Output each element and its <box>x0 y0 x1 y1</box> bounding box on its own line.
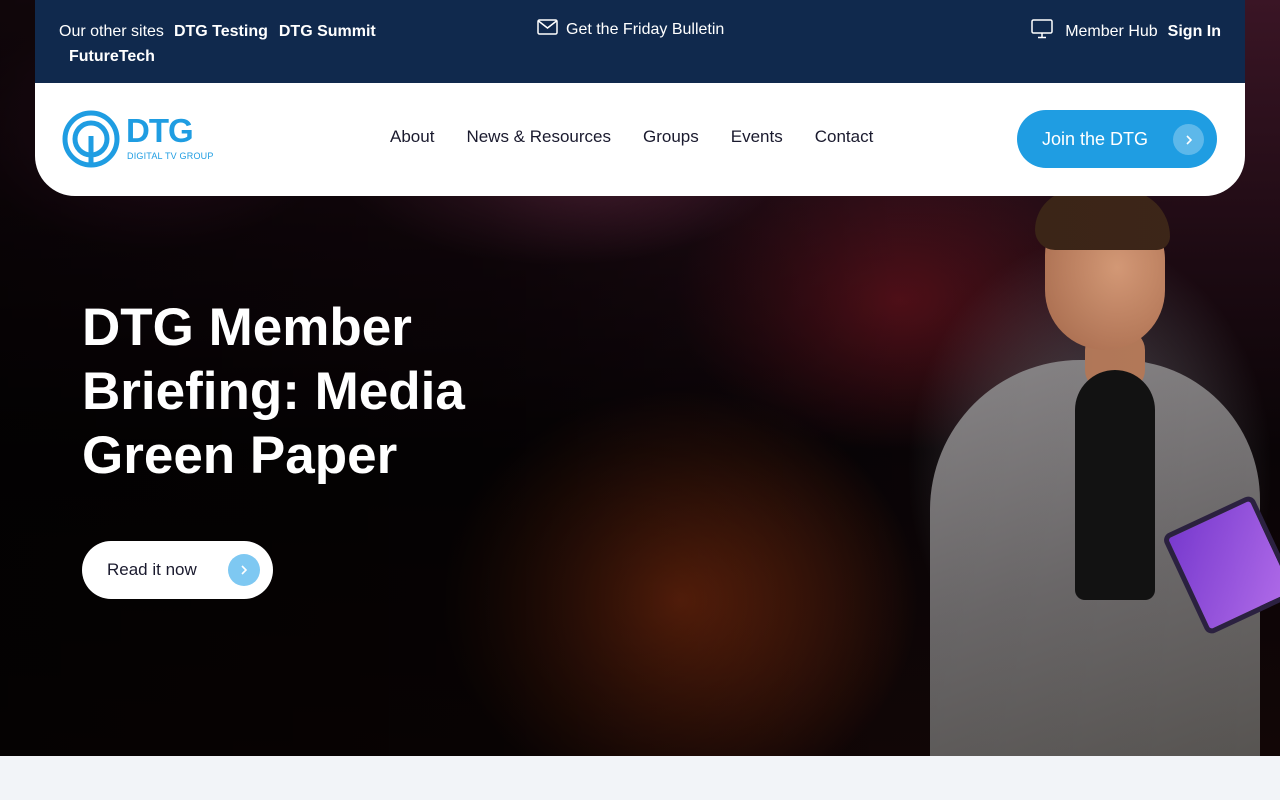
site-link-dtg-summit[interactable]: DTG Summit <box>279 19 376 44</box>
site-link-futuretech[interactable]: FutureTech <box>69 44 155 69</box>
friday-bulletin-link[interactable]: Get the Friday Bulletin <box>537 19 724 40</box>
logo-tagline: DIGITAL TV GROUP <box>127 151 214 161</box>
other-sites-label: Our other sites <box>59 23 164 40</box>
chevron-right-icon <box>1173 124 1204 155</box>
read-it-now-button[interactable]: Read it now <box>82 541 273 599</box>
bulletin-label: Get the Friday Bulletin <box>566 20 725 38</box>
nav-news-resources[interactable]: News & Resources <box>466 127 611 147</box>
member-hub-label: Member Hub <box>1065 22 1158 40</box>
join-dtg-button[interactable]: Join the DTG <box>1017 110 1217 168</box>
main-header: DTG DIGITAL TV GROUP About News & Resour… <box>35 83 1245 196</box>
main-nav: About News & Resources Groups Events Con… <box>390 127 873 147</box>
page-content-start <box>0 756 1280 800</box>
nav-groups[interactable]: Groups <box>643 127 699 147</box>
sign-in-link[interactable]: Sign In <box>1168 23 1221 41</box>
site-link-dtg-testing[interactable]: DTG Testing <box>174 19 268 44</box>
monitor-icon <box>1031 19 1053 44</box>
top-utility-bar: Our other sites DTG Testing DTG Summit Futu… <box>35 0 1245 83</box>
chevron-right-icon <box>228 554 260 586</box>
join-button-label: Join the DTG <box>1042 128 1149 149</box>
mail-icon <box>537 19 558 40</box>
read-button-label: Read it now <box>107 560 197 579</box>
hero-title: DTG Member Briefing: Media Green Paper <box>82 298 465 485</box>
nav-about[interactable]: About <box>390 127 434 147</box>
logo-text: DTG <box>126 112 194 149</box>
dtg-logo[interactable]: DTG DIGITAL TV GROUP <box>62 110 213 170</box>
nav-contact[interactable]: Contact <box>815 127 874 147</box>
member-hub[interactable]: Member Hub Sign In <box>1031 19 1221 44</box>
nav-events[interactable]: Events <box>731 127 783 147</box>
other-sites: Our other sites DTG Testing DTG Summit Futu… <box>59 19 449 69</box>
